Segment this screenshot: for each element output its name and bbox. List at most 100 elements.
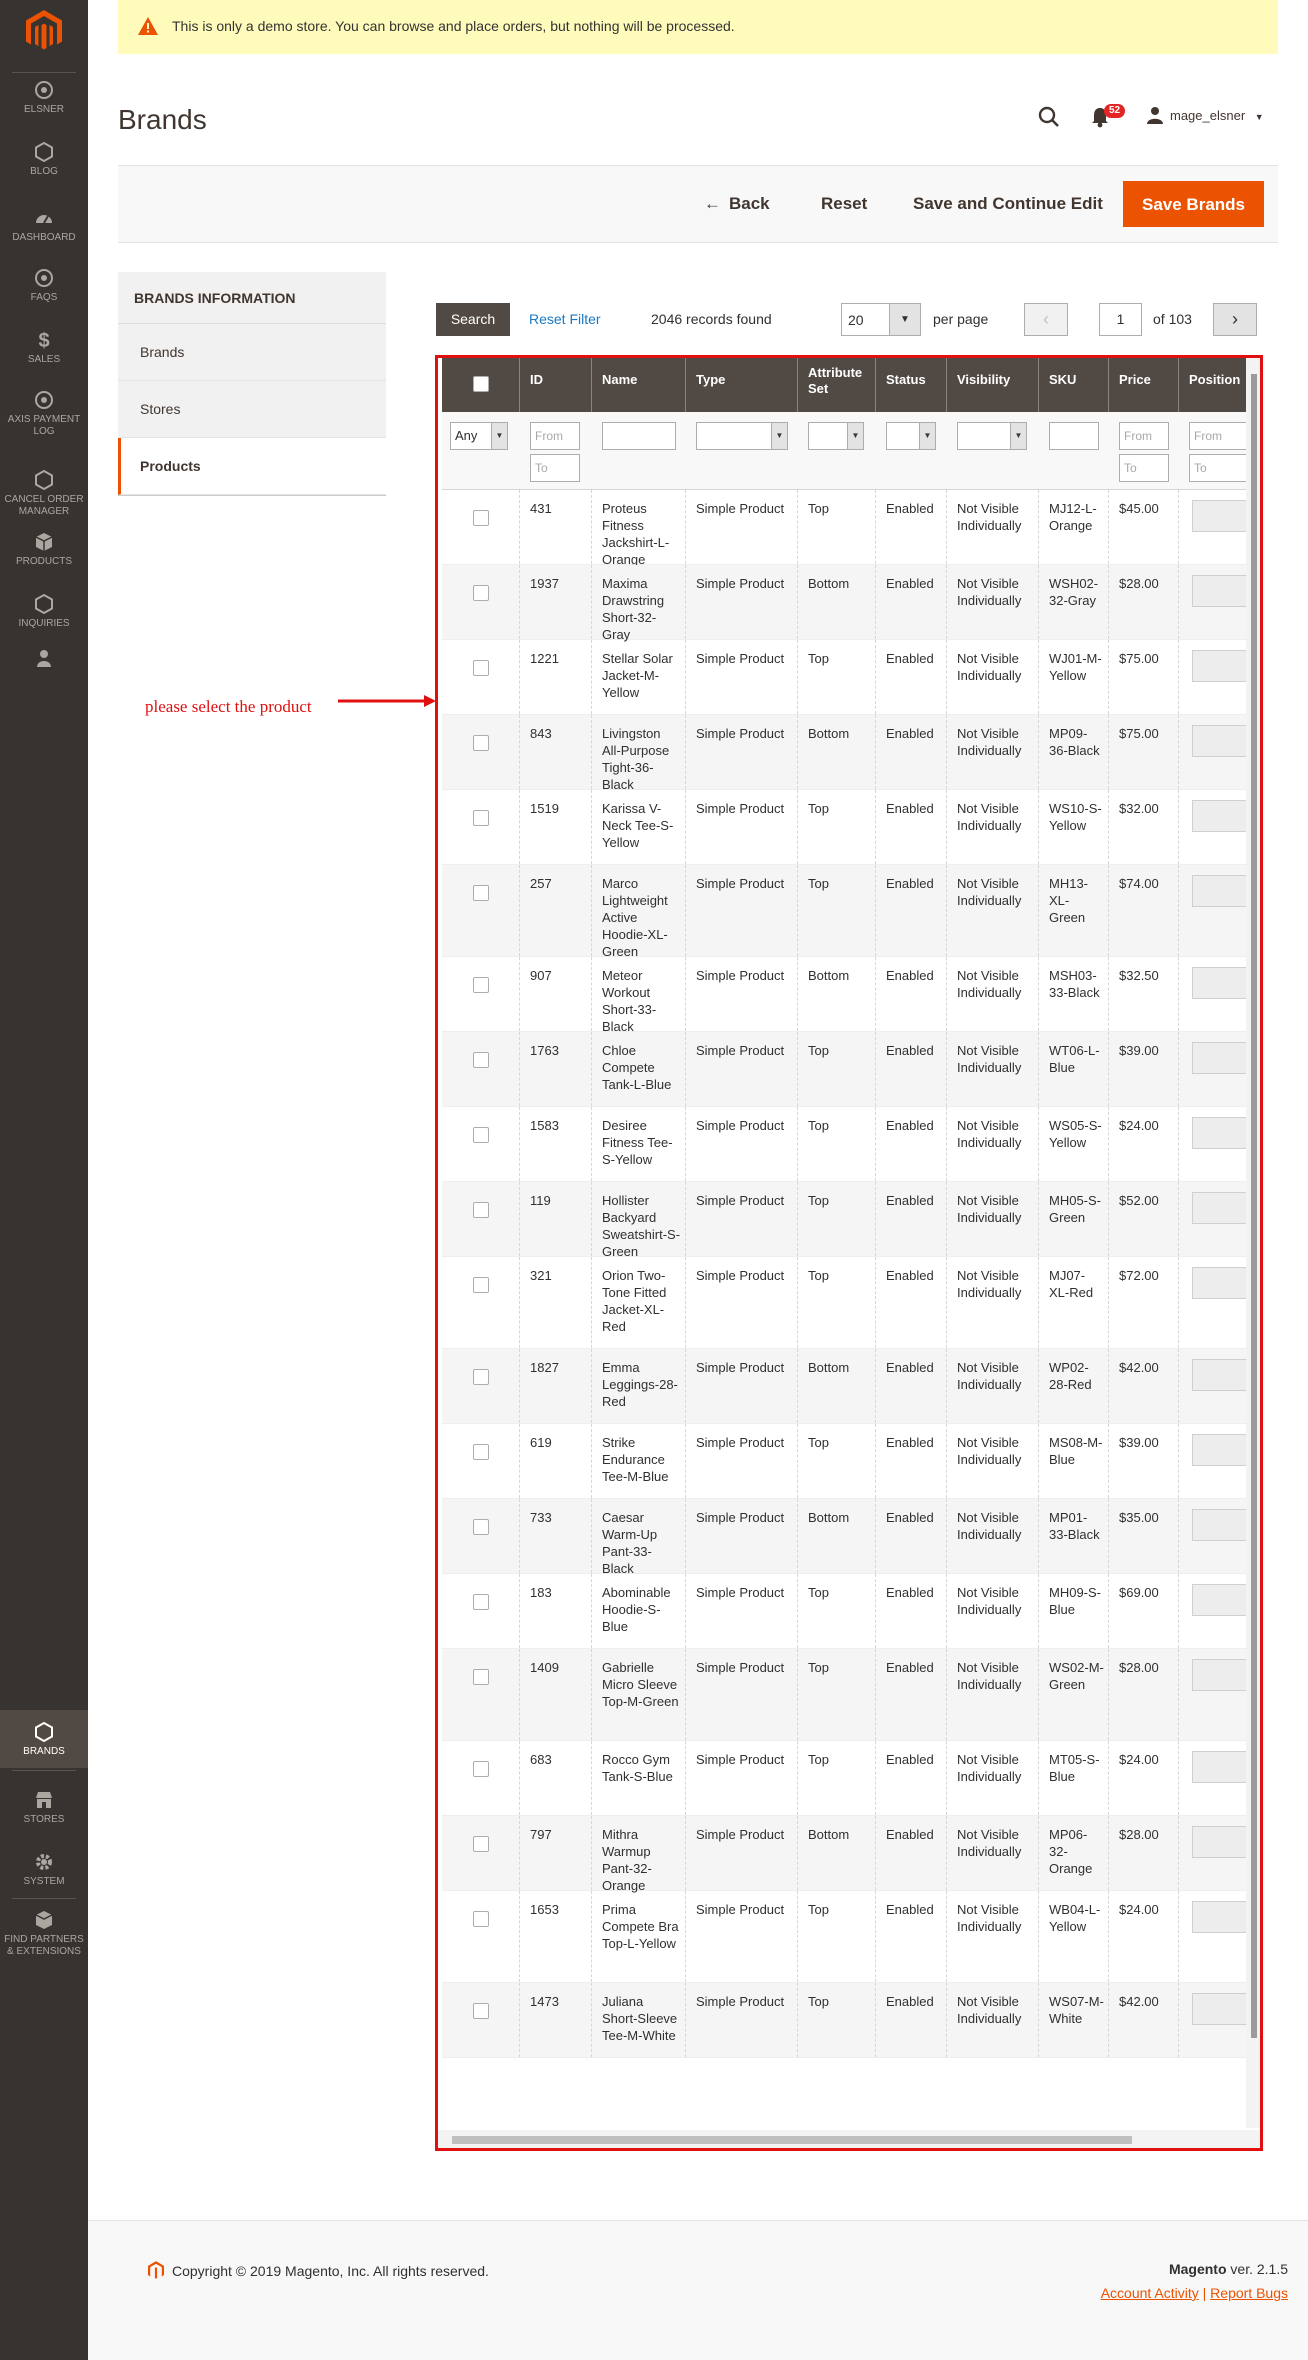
prev-page-button[interactable]: ‹ xyxy=(1024,303,1068,336)
position-input[interactable] xyxy=(1192,1751,1248,1783)
column-header-attribute-set[interactable]: Attribute Set xyxy=(808,358,876,412)
tab-stores[interactable]: Stores xyxy=(118,381,386,438)
row-checkbox[interactable] xyxy=(473,1519,489,1535)
row-checkbox[interactable] xyxy=(473,585,489,601)
table-row[interactable]: 843 Livingston All-Purpose Tight-36-Black… xyxy=(442,715,1248,792)
table-row[interactable]: 183 Abominable Hoodie-S-Blue Simple Produc… xyxy=(442,1574,1248,1649)
filter-id-to[interactable]: To xyxy=(530,454,580,482)
position-input[interactable] xyxy=(1192,967,1248,999)
position-input[interactable] xyxy=(1192,500,1248,532)
per-page-select[interactable]: 20 ▼ xyxy=(841,303,921,336)
column-header-name[interactable]: Name xyxy=(602,358,686,412)
menu-item-brands[interactable]: BRANDS xyxy=(0,1710,88,1768)
scrollbar-thumb[interactable] xyxy=(452,2136,1132,2144)
position-input[interactable] xyxy=(1192,800,1248,832)
table-row[interactable]: 683 Rocco Gym Tank-S-Blue Simple Product To… xyxy=(442,1741,1248,1816)
tab-products[interactable]: Products xyxy=(118,438,386,495)
row-checkbox[interactable] xyxy=(473,1369,489,1385)
position-input[interactable] xyxy=(1192,1434,1248,1466)
save-continue-button[interactable]: Save and Continue Edit xyxy=(913,194,1103,214)
row-checkbox[interactable] xyxy=(473,810,489,826)
menu-item-stores[interactable]: STORES xyxy=(0,1790,88,1826)
row-checkbox[interactable] xyxy=(473,1594,489,1610)
table-row[interactable]: 1473 Juliana Short-Sleeve Tee-M-White Simp… xyxy=(442,1983,1248,2058)
position-input[interactable] xyxy=(1192,1993,1248,2025)
table-row[interactable]: 321 Orion Two-Tone Fitted Jacket-XL-Red Si… xyxy=(442,1257,1248,1349)
table-row[interactable]: 1937 Maxima Drawstring Short-32-Gray Simpl… xyxy=(442,565,1248,642)
filter-price-from[interactable]: From xyxy=(1119,422,1169,450)
menu-item-system[interactable]: SYSTEM xyxy=(0,1852,88,1888)
notification-count-badge[interactable]: 52 xyxy=(1104,104,1126,118)
row-checkbox[interactable] xyxy=(473,660,489,676)
select-all-checkbox[interactable] xyxy=(473,376,489,392)
menu-item-elsner[interactable]: ELSNER xyxy=(0,80,88,116)
filter-attribute-set[interactable]: ▼ xyxy=(808,422,864,450)
row-checkbox[interactable] xyxy=(473,735,489,751)
row-checkbox[interactable] xyxy=(473,2003,489,2019)
filter-name[interactable] xyxy=(602,422,676,450)
menu-item-dashboard[interactable]: DASHBOARD xyxy=(0,208,88,244)
table-row[interactable]: 257 Marco Lightweight Active Hoodie-XL-Gr… xyxy=(442,865,1248,959)
search-icon[interactable] xyxy=(1038,106,1060,128)
filter-position-to[interactable]: To xyxy=(1189,454,1248,482)
position-input[interactable] xyxy=(1192,1267,1248,1299)
table-row[interactable]: 907 Meteor Workout Short-33-Black Simple P… xyxy=(442,957,1248,1034)
menu-item-cancel-order-manager[interactable]: CANCEL ORDER MANAGER xyxy=(0,469,88,518)
table-row[interactable]: 797 Mithra Warmup Pant-32-Orange Simple Pr… xyxy=(442,1816,1248,1893)
user-menu[interactable]: mage_elsner ▼ xyxy=(1146,106,1264,124)
menu-item-faqs[interactable]: FAQS xyxy=(0,268,88,304)
vertical-scrollbar[interactable] xyxy=(1246,358,1260,2128)
table-row[interactable]: 1221 Stellar Solar Jacket-M-Yellow Simple … xyxy=(442,640,1248,715)
filter-sku[interactable] xyxy=(1049,422,1099,450)
scrollbar-thumb[interactable] xyxy=(1251,374,1257,2038)
page-input[interactable]: 1 xyxy=(1099,303,1142,336)
position-input[interactable] xyxy=(1192,1584,1248,1616)
horizontal-scrollbar[interactable] xyxy=(438,2130,1260,2148)
row-checkbox[interactable] xyxy=(473,1836,489,1852)
row-checkbox[interactable] xyxy=(473,1761,489,1777)
position-input[interactable] xyxy=(1192,875,1248,907)
row-checkbox[interactable] xyxy=(473,1052,489,1068)
save-brands-button[interactable]: Save Brands xyxy=(1123,181,1264,227)
row-checkbox[interactable] xyxy=(473,885,489,901)
back-button[interactable]: ← Back xyxy=(704,194,770,214)
row-checkbox[interactable] xyxy=(473,1277,489,1293)
menu-item-axis-payment-log[interactable]: AXIS PAYMENT LOG xyxy=(0,390,88,438)
magento-logo-icon[interactable] xyxy=(26,10,62,52)
filter-visibility[interactable]: ▼ xyxy=(957,422,1027,450)
filter-position-from[interactable]: From xyxy=(1189,422,1248,450)
column-header-visibility[interactable]: Visibility xyxy=(957,358,1039,412)
table-row[interactable]: 1519 Karissa V-Neck Tee-S-Yellow Simple Pr… xyxy=(442,790,1248,865)
column-header-status[interactable]: Status xyxy=(886,358,947,412)
reset-filter-link[interactable]: Reset Filter xyxy=(529,311,601,327)
table-row[interactable]: 431 Proteus Fitness Jackshirt-L-Orange Sim… xyxy=(442,490,1248,567)
position-input[interactable] xyxy=(1192,575,1248,607)
menu-item-sales[interactable]: $ SALES xyxy=(0,330,88,366)
table-row[interactable]: 1827 Emma Leggings-28-Red Simple Product Bo… xyxy=(442,1349,1248,1424)
next-page-button[interactable]: › xyxy=(1213,303,1257,336)
filter-status[interactable]: ▼ xyxy=(886,422,936,450)
menu-item-inquiries[interactable]: INQUIRIES xyxy=(0,593,88,630)
table-row[interactable]: 1409 Gabrielle Micro Sleeve Top-M-Green Si… xyxy=(442,1649,1248,1741)
row-checkbox[interactable] xyxy=(473,1127,489,1143)
account-activity-link[interactable]: Account Activity xyxy=(1101,2285,1199,2301)
filter-select-any[interactable]: Any ▼ xyxy=(450,422,508,450)
position-input[interactable] xyxy=(1192,1359,1248,1391)
position-input[interactable] xyxy=(1192,1901,1248,1933)
position-input[interactable] xyxy=(1192,1509,1248,1541)
report-bugs-link[interactable]: Report Bugs xyxy=(1210,2285,1288,2301)
filter-type[interactable]: ▼ xyxy=(696,422,788,450)
filter-id-from[interactable]: From xyxy=(530,422,580,450)
tab-brands[interactable]: Brands xyxy=(118,324,386,381)
reset-button[interactable]: Reset xyxy=(821,194,867,214)
column-header-type[interactable]: Type xyxy=(696,358,798,412)
table-row[interactable]: 619 Strike Endurance Tee-M-Blue Simple Pro… xyxy=(442,1424,1248,1499)
table-row[interactable]: 1653 Prima Compete Bra Top-L-Yellow Simple… xyxy=(442,1891,1248,1983)
menu-item-find-partners-extensions[interactable]: FIND PARTNERS & EXTENSIONS xyxy=(0,1910,88,1958)
row-checkbox[interactable] xyxy=(473,1911,489,1927)
position-input[interactable] xyxy=(1192,725,1248,757)
table-row[interactable]: 1763 Chloe Compete Tank-L-Blue Simple Prod… xyxy=(442,1032,1248,1107)
position-input[interactable] xyxy=(1192,1192,1248,1224)
row-checkbox[interactable] xyxy=(473,977,489,993)
position-input[interactable] xyxy=(1192,1042,1248,1074)
